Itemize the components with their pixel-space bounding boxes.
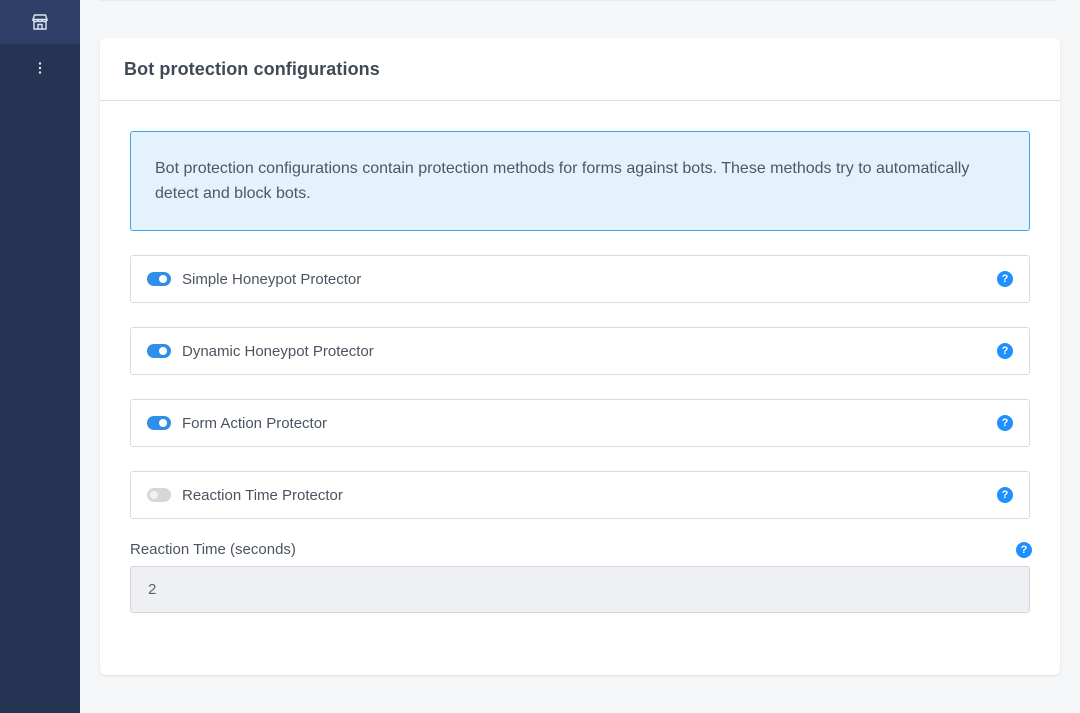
reaction-time-field-header: Reaction Time (seconds) ? [130,541,1032,558]
option-label: Reaction Time Protector [182,486,343,504]
help-icon[interactable]: ? [997,415,1013,431]
page-title: Bot protection configurations [124,58,380,79]
help-icon[interactable]: ? [1016,541,1032,558]
sidebar-item-store[interactable] [0,0,80,44]
option-simple-honeypot: Simple Honeypot Protector ? [130,255,1030,303]
store-icon [32,14,48,30]
reaction-time-input[interactable]: 2 [130,566,1030,613]
reaction-time-toggle[interactable] [147,488,171,502]
sidebar-more-button[interactable] [0,44,80,92]
option-dynamic-honeypot: Dynamic Honeypot Protector ? [130,327,1030,375]
help-icon[interactable]: ? [997,343,1013,359]
reaction-time-label: Reaction Time (seconds) [130,541,296,558]
card-body: Bot protection configurations contain pr… [100,101,1060,613]
option-reaction-time: Reaction Time Protector ? [130,471,1030,519]
sidebar [0,0,80,713]
more-vertical-icon [38,62,42,74]
simple-honeypot-toggle[interactable] [147,272,171,286]
option-label: Form Action Protector [182,414,328,432]
help-icon[interactable]: ? [997,271,1013,287]
option-label: Simple Honeypot Protector [182,270,362,288]
dynamic-honeypot-toggle[interactable] [147,344,171,358]
help-icon[interactable]: ? [997,487,1013,503]
option-form-action: Form Action Protector ? [130,399,1030,447]
bot-protection-card: Bot protection configurations Bot protec… [100,38,1060,675]
form-action-toggle[interactable] [147,416,171,430]
previous-section-edge [100,0,1056,1]
info-alert: Bot protection configurations contain pr… [130,131,1030,231]
option-label: Dynamic Honeypot Protector [182,342,374,360]
card-header: Bot protection configurations [100,38,1060,101]
